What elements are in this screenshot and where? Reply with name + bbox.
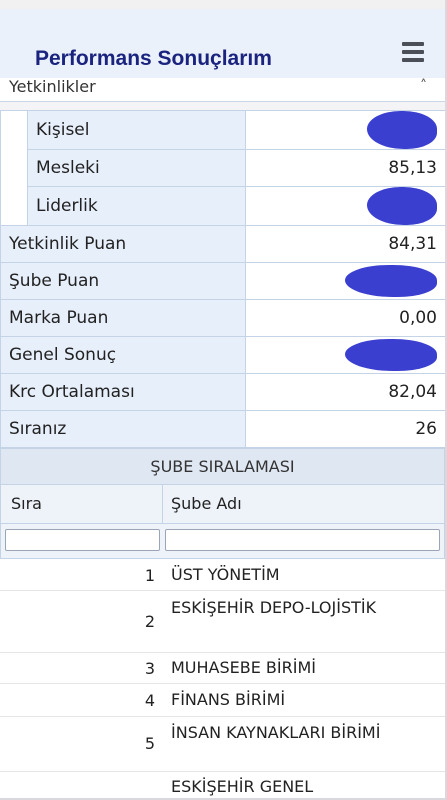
row-branch-name: MUHASEBE BİRİMİ <box>171 658 316 677</box>
score-row: Marka Puan 0,00 <box>0 299 445 337</box>
row-branch-name: ÜST YÖNETİM <box>171 565 280 584</box>
column-header-rank[interactable]: Sıra <box>11 494 42 513</box>
score-label: Mesleki <box>27 149 246 187</box>
column-header-branch[interactable]: Şube Adı <box>171 494 242 513</box>
table-row[interactable]: 1 ÜST YÖNETİM <box>0 559 445 591</box>
score-value <box>245 110 445 150</box>
score-label: Liderlik <box>27 186 246 226</box>
score-value: 84,31 <box>245 225 445 263</box>
branch-filter-input[interactable] <box>165 529 440 551</box>
redacted-value <box>367 187 437 225</box>
table-row[interactable]: 2 ESKİŞEHİR DEPO-LOJİSTİK <box>0 591 445 653</box>
score-row: Genel Sonuç <box>0 336 445 374</box>
table-row[interactable]: 3 MUHASEBE BİRİMİ <box>0 653 445 684</box>
score-label: Krc Ortalaması <box>0 373 246 411</box>
top-strip <box>0 0 445 9</box>
score-row: Sıranız 26 <box>0 410 445 448</box>
redacted-value <box>367 111 437 149</box>
score-value <box>245 336 445 374</box>
competencies-accordion-header[interactable]: Yetkinlikler ˄ <box>0 78 445 102</box>
ranking-column-headers: Sıra Şube Adı <box>0 485 445 523</box>
indent-cell <box>0 110 28 226</box>
score-label: Kişisel <box>27 110 246 150</box>
page-title: Performans Sonuçlarım <box>35 47 272 70</box>
score-value: 0,00 <box>245 299 445 337</box>
competencies-label: Yetkinlikler <box>9 78 96 96</box>
score-value: 26 <box>245 410 445 448</box>
score-label: Yetkinlik Puan <box>0 225 246 263</box>
score-row: Liderlik <box>1 186 445 226</box>
filter-row <box>0 523 445 559</box>
redacted-value <box>345 339 437 371</box>
score-label: Marka Puan <box>0 299 246 337</box>
score-row: Yetkinlik Puan 84,31 <box>0 225 445 263</box>
collapse-caret-icon[interactable]: ˄ <box>420 78 427 94</box>
score-value: 82,04 <box>245 373 445 411</box>
table-row[interactable]: 5 İNSAN KAYNAKLARI BİRİMİ <box>0 717 445 772</box>
hamburger-menu-icon[interactable] <box>398 39 428 69</box>
row-branch-name: ESKİŞEHİR DEPO-LOJİSTİK <box>171 598 377 617</box>
table-row[interactable]: 4 FİNANS BİRİMİ <box>0 684 445 717</box>
table-row[interactable]: 6 ESKİŞEHİR GENEL <box>0 772 445 798</box>
ranking-rows: 1 ÜST YÖNETİM 2 ESKİŞEHİR DEPO-LOJİSTİK … <box>0 559 445 798</box>
row-rank: 3 <box>144 659 155 678</box>
score-label: Şube Puan <box>0 262 246 300</box>
row-rank: 4 <box>144 691 155 710</box>
row-branch-name: FİNANS BİRİMİ <box>171 690 286 709</box>
score-row: Krc Ortalaması 82,04 <box>0 373 445 411</box>
score-value <box>245 262 445 300</box>
branch-ranking-grid: ŞUBE SIRALAMASI Sıra Şube Adı 1 ÜST YÖNE… <box>0 448 445 798</box>
app-header: Performans Sonuçlarım <box>0 9 445 79</box>
app-frame: Performans Sonuçlarım Yetkinlikler ˄ Kiş… <box>0 0 447 800</box>
score-row: Kişisel <box>0 110 445 226</box>
score-row: Mesleki 85,13 <box>1 149 445 187</box>
ranking-title: ŞUBE SIRALAMASI <box>0 448 445 485</box>
score-row: Şube Puan <box>0 262 445 300</box>
row-branch-name: İNSAN KAYNAKLARI BİRİMİ <box>171 723 381 742</box>
score-value <box>245 186 445 226</box>
score-value: 85,13 <box>245 149 445 187</box>
row-rank: 2 <box>144 612 155 631</box>
performance-table: Kişisel Mesleki 85,13 Liderlik Yetkinlik… <box>0 110 445 448</box>
row-rank: 5 <box>144 734 155 753</box>
score-label: Genel Sonuç <box>0 336 246 374</box>
row-rank: 1 <box>144 566 155 585</box>
row-rank: 6 <box>145 796 155 798</box>
row-branch-name: ESKİŞEHİR GENEL <box>171 777 314 796</box>
rank-filter-input[interactable] <box>5 529 160 551</box>
column-divider <box>162 485 163 523</box>
score-label: Sıranız <box>0 410 246 448</box>
redacted-value <box>345 265 437 297</box>
